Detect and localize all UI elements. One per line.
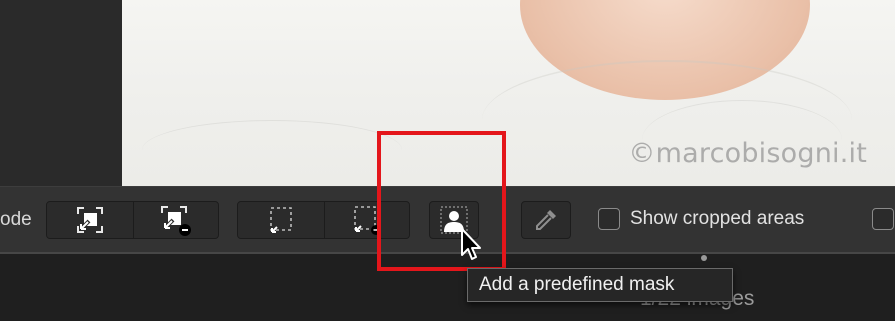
- dashed-add-selection-icon: [269, 207, 292, 233]
- secondary-checkbox[interactable]: [872, 208, 894, 230]
- selection-button-group: [46, 201, 219, 239]
- add-selection-button[interactable]: [47, 202, 133, 238]
- show-cropped-areas-label: Show cropped areas: [630, 208, 805, 229]
- photo-watermark: ©marcobisogni.it: [628, 138, 867, 169]
- eyedropper-icon: [536, 210, 556, 230]
- mouse-cursor-icon: [461, 228, 481, 260]
- subtract-selection-icon: [160, 206, 191, 236]
- panel-resize-handle[interactable]: [701, 255, 707, 261]
- photo-canvas[interactable]: ©marcobisogni.it: [122, 0, 895, 186]
- eyedropper-button[interactable]: [521, 201, 571, 239]
- mask-tooltip: Add a predefined mask: [467, 268, 733, 302]
- left-panel-strip: [0, 0, 122, 186]
- tooltip-text: Add a predefined mask: [479, 274, 675, 295]
- photo-shirt-fold: [142, 120, 402, 180]
- subtract-selection-button[interactable]: [132, 202, 218, 238]
- red-highlight-box: [377, 131, 506, 271]
- dashed-add-selection-button[interactable]: [238, 202, 324, 238]
- show-cropped-areas-checkbox[interactable]: [598, 208, 620, 230]
- add-selection-icon: [76, 207, 103, 233]
- show-cropped-areas-option[interactable]: Show cropped areas: [598, 208, 804, 230]
- mode-label: ode: [0, 209, 32, 230]
